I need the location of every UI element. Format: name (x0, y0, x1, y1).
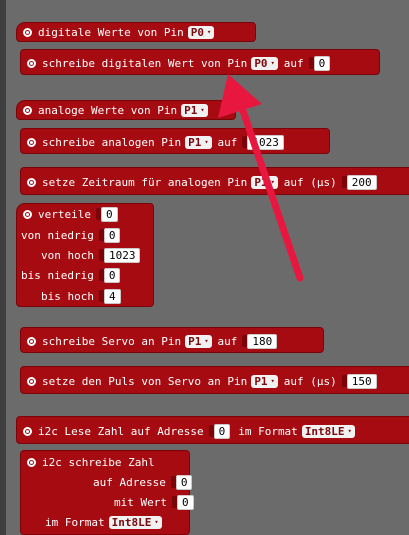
gear-icon (27, 457, 36, 467)
dropdown-arrow-icon: ▾ (270, 178, 275, 186)
from-low-input[interactable]: 0 (103, 227, 121, 243)
from-high-input[interactable]: 1023 (103, 247, 141, 263)
block-analog-write[interactable]: schreibe analogen Pin P1 ▾ auf 1023 (20, 128, 330, 154)
gear-icon (23, 27, 32, 37)
gear-icon (23, 426, 32, 436)
block-digital-write[interactable]: schreibe digitalen Wert von Pin P0 ▾ auf … (20, 49, 380, 75)
value-input[interactable]: 0 (313, 55, 331, 71)
gear-icon (27, 137, 36, 147)
value-input[interactable]: 150 (346, 373, 377, 389)
gear-icon (27, 376, 36, 386)
pin-dropdown[interactable]: P1 ▾ (181, 103, 208, 117)
value-input[interactable]: 1023 (247, 134, 284, 150)
format-dropdown[interactable]: Int8LE ▾ (108, 515, 162, 529)
block-analog-read[interactable]: analoge Werte von Pin P1 ▾ (16, 100, 236, 120)
block-analog-set-period[interactable]: setze Zeitraum für analogen Pin P1 ▾ auf … (20, 167, 409, 195)
block-servo-write[interactable]: schreibe Servo an Pin P1 ▾ auf 180 (20, 327, 324, 353)
value-input[interactable]: 0 (100, 206, 118, 222)
pin-dropdown[interactable]: P1 ▾ (251, 374, 278, 388)
dropdown-arrow-icon: ▾ (270, 377, 275, 385)
block-i2c-write[interactable]: i2c schreibe Zahl auf Adresse 0 mit Wert… (20, 450, 194, 535)
input-connector (308, 57, 314, 69)
dropdown-arrow-icon: ▾ (347, 427, 352, 435)
value-input[interactable]: 0 (176, 494, 194, 510)
gear-icon (27, 336, 36, 346)
value-input[interactable]: 200 (346, 174, 377, 190)
pin-dropdown[interactable]: P1 ▾ (185, 135, 212, 149)
gear-icon (23, 209, 32, 219)
block-flyout[interactable]: digitale Werte von Pin P0 ▾ schreibe digi… (6, 0, 409, 535)
gear-icon (23, 105, 32, 115)
address-input[interactable]: 0 (213, 423, 231, 439)
dropdown-arrow-icon: ▾ (154, 518, 159, 526)
dropdown-arrow-icon: ▾ (270, 59, 275, 67)
pin-dropdown[interactable]: P0 ▾ (251, 56, 278, 70)
address-input[interactable]: 0 (175, 474, 193, 490)
pin-dropdown[interactable]: P1 ▾ (185, 334, 212, 348)
block-i2c-read[interactable]: i2c Lese Zahl auf Adresse 0 im Format In… (16, 416, 409, 444)
format-dropdown[interactable]: Int8LE ▾ (301, 424, 355, 438)
to-low-input[interactable]: 0 (103, 267, 121, 283)
dropdown-arrow-icon: ▾ (206, 28, 212, 36)
dropdown-arrow-icon: ▾ (204, 337, 209, 345)
gear-icon (27, 177, 36, 187)
block-servo-pulse[interactable]: setze den Puls von Servo an Pin P1 ▾ auf … (20, 366, 409, 394)
pin-dropdown[interactable]: P1 ▾ (251, 175, 278, 189)
gear-icon (27, 58, 36, 68)
block-map[interactable]: verteile 0 von niedrig 0 von hoch 1023 b… (16, 203, 154, 307)
value-input[interactable]: 180 (247, 333, 278, 349)
input-connector (208, 425, 214, 437)
dropdown-arrow-icon: ▾ (204, 138, 209, 146)
to-high-input[interactable]: 4 (103, 288, 121, 304)
pin-dropdown[interactable]: P0 ▾ (187, 25, 215, 39)
block-digital-read[interactable]: digitale Werte von Pin P0 ▾ (16, 22, 256, 42)
dropdown-arrow-icon: ▾ (200, 106, 205, 114)
